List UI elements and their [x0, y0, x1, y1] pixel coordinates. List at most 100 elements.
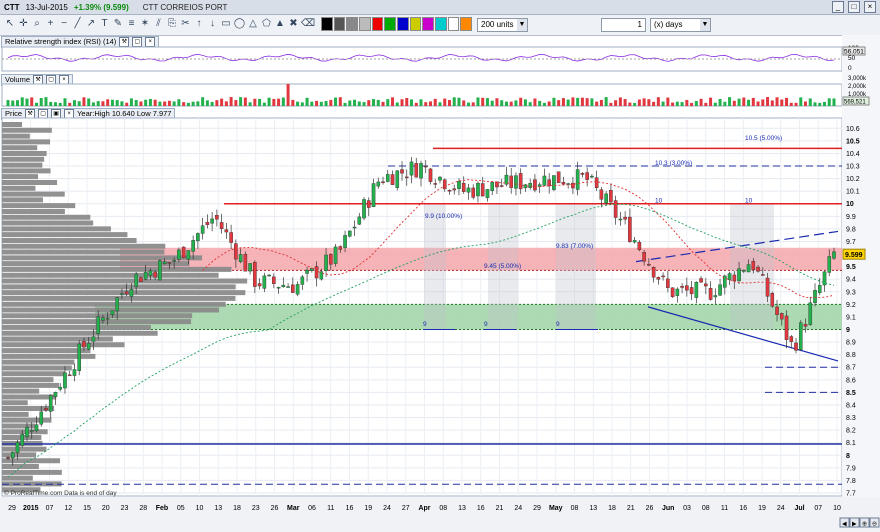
candle-body[interactable]	[765, 277, 770, 297]
window-icon[interactable]: ▢	[46, 75, 57, 85]
candle-body[interactable]	[234, 243, 238, 260]
candle-body[interactable]	[6, 457, 10, 459]
candle-body[interactable]	[746, 264, 751, 273]
candle-body[interactable]	[490, 181, 495, 191]
gann-icon[interactable]: ✶	[139, 18, 151, 30]
candle-body[interactable]	[295, 284, 300, 295]
wrench-icon[interactable]: ⚒	[119, 37, 130, 47]
candle-body[interactable]	[390, 174, 395, 185]
candle-body[interactable]	[338, 246, 343, 250]
candle-body[interactable]	[537, 184, 542, 187]
minimize-icon[interactable]: _	[832, 1, 844, 13]
candle-body[interactable]	[414, 163, 419, 178]
color-palette[interactable]	[321, 17, 473, 31]
scissors-icon[interactable]: ✂	[180, 18, 192, 30]
candle-body[interactable]	[395, 170, 400, 188]
candle-body[interactable]	[523, 184, 528, 189]
candle-body[interactable]	[205, 221, 210, 225]
candle-body[interactable]	[381, 181, 385, 183]
magnify-icon[interactable]: ⌕	[31, 18, 43, 30]
candle-body[interactable]	[143, 271, 148, 280]
pointer-icon[interactable]: ↖	[4, 18, 16, 30]
wrench-icon[interactable]: ⚒	[25, 109, 36, 119]
candle-body[interactable]	[632, 240, 637, 243]
candle-body[interactable]	[196, 233, 200, 242]
candle-body[interactable]	[343, 235, 347, 248]
candle-body[interactable]	[96, 316, 100, 334]
candle-body[interactable]	[832, 251, 836, 259]
candle-body[interactable]	[708, 287, 713, 300]
zoom-in-icon[interactable]	[859, 517, 870, 528]
candle-body[interactable]	[732, 274, 737, 282]
candle-body[interactable]	[699, 278, 703, 283]
candle-body[interactable]	[775, 306, 779, 315]
candle-body[interactable]	[518, 173, 523, 190]
candle-body[interactable]	[599, 189, 604, 200]
chevron-down-icon[interactable]: ▼	[517, 19, 527, 31]
candle-body[interactable]	[29, 430, 34, 432]
candle-body[interactable]	[20, 434, 25, 446]
candle-body[interactable]	[623, 216, 627, 220]
close-icon[interactable]: ×	[145, 37, 156, 47]
candle-body[interactable]	[433, 183, 438, 185]
candle-body[interactable]	[704, 283, 708, 287]
candle-body[interactable]	[495, 181, 499, 188]
candle-body[interactable]	[727, 273, 732, 280]
price-chart[interactable]: 10.610.510.410.310.210.1109.99.89.79.69.…	[0, 0, 880, 532]
close-icon[interactable]: ×	[864, 1, 876, 13]
candle-body[interactable]	[509, 175, 513, 188]
candle-body[interactable]	[594, 177, 599, 189]
fib-icon[interactable]: ≡	[126, 18, 138, 30]
down-arrow-icon[interactable]: ↓	[207, 18, 219, 30]
candle-body[interactable]	[134, 273, 138, 287]
candle-body[interactable]	[357, 216, 362, 225]
zoom-out-icon[interactable]	[869, 517, 880, 528]
candle-body[interactable]	[471, 187, 476, 198]
zoom-out-icon[interactable]: −	[58, 18, 70, 30]
candle-body[interactable]	[324, 254, 328, 271]
candle-body[interactable]	[172, 260, 176, 262]
candle-body[interactable]	[129, 289, 134, 297]
crosshair-icon[interactable]: ✛	[18, 18, 30, 30]
candle-body[interactable]	[276, 287, 281, 289]
candle-body[interactable]	[310, 267, 314, 271]
rectangle-icon[interactable]: ▭	[220, 18, 232, 30]
candle-body[interactable]	[561, 182, 566, 185]
candle-body[interactable]	[798, 322, 803, 351]
candle-body[interactable]	[737, 268, 741, 282]
candle-body[interactable]	[25, 426, 29, 438]
candle-body[interactable]	[618, 218, 623, 221]
candle-body[interactable]	[215, 215, 219, 220]
candle-body[interactable]	[803, 324, 808, 327]
period-input[interactable]: 1	[601, 18, 646, 32]
candle-body[interactable]	[347, 230, 352, 237]
symbol-label[interactable]: CTT	[4, 3, 20, 12]
candle-body[interactable]	[86, 343, 91, 350]
candle-body[interactable]	[685, 285, 689, 291]
candle-body[interactable]	[480, 183, 485, 197]
window-icon[interactable]: ▢	[132, 37, 143, 47]
candle-body[interactable]	[794, 342, 798, 351]
candle-body[interactable]	[651, 266, 656, 278]
candle-body[interactable]	[158, 260, 162, 281]
candle-body[interactable]	[556, 171, 561, 183]
candle-body[interactable]	[167, 262, 172, 264]
candle-body[interactable]	[457, 181, 461, 189]
candle-body[interactable]	[281, 284, 286, 288]
candle-body[interactable]	[461, 182, 466, 192]
candle-body[interactable]	[181, 246, 186, 258]
line-icon[interactable]: ╱	[72, 18, 84, 30]
candle-body[interactable]	[319, 271, 324, 280]
candle-body[interactable]	[452, 188, 457, 191]
candle-body[interactable]	[371, 183, 376, 207]
candle-body[interactable]	[82, 341, 86, 348]
candle-body[interactable]	[585, 172, 589, 180]
candle-body[interactable]	[124, 291, 129, 295]
candle-body[interactable]	[770, 292, 775, 307]
candle-body[interactable]	[613, 200, 618, 218]
candle-body[interactable]	[267, 274, 271, 277]
candle-body[interactable]	[300, 276, 305, 285]
marker-icon[interactable]: ▲	[274, 18, 286, 30]
candle-body[interactable]	[77, 343, 82, 371]
candle-body[interactable]	[333, 246, 338, 264]
